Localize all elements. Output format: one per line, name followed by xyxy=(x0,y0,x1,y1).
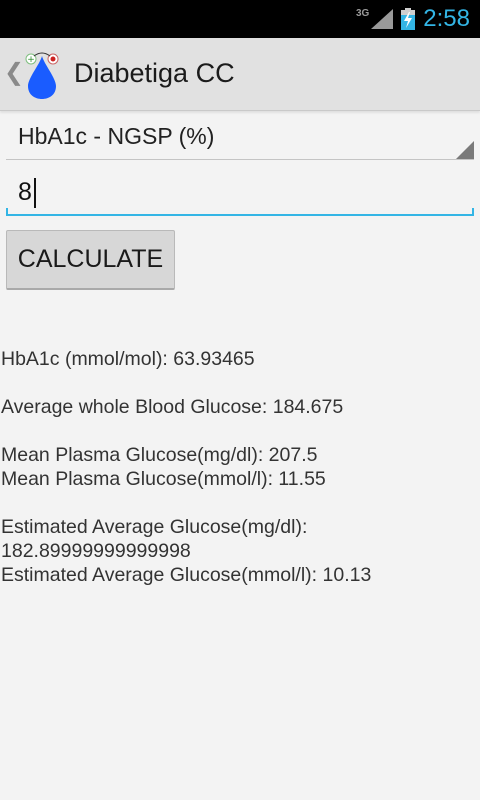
unit-dropdown[interactable]: HbA1c - NGSP (%) xyxy=(6,113,474,160)
unit-dropdown-selected: HbA1c - NGSP (%) xyxy=(18,123,215,149)
dropdown-arrow-icon xyxy=(456,141,474,159)
calculate-button[interactable]: CALCULATE xyxy=(6,230,175,290)
result-plasma-glucose-mgdl: Mean Plasma Glucose(mg/dl): 207.5 xyxy=(1,444,318,466)
app-title: Diabetiga CC xyxy=(74,58,235,88)
input-underline-tick xyxy=(472,208,474,216)
results-panel: HbA1c (mmol/mol): 63.93465 Average whole… xyxy=(1,347,479,587)
status-icons: 3G 2:58 xyxy=(356,0,470,38)
text-cursor xyxy=(34,178,36,208)
result-plasma-glucose-mmol: Mean Plasma Glucose(mmol/l): 11.55 xyxy=(1,468,326,490)
result-eag-mgdl-value: 182.89999999999998 xyxy=(1,540,191,562)
result-whole-blood-glucose: Average whole Blood Glucose: 184.675 xyxy=(1,396,344,418)
battery-charging-icon xyxy=(401,8,416,30)
status-bar: 3G 2:58 xyxy=(0,0,480,38)
value-input[interactable] xyxy=(6,170,474,214)
result-hba1c-mmol: HbA1c (mmol/mol): 63.93465 xyxy=(1,348,255,370)
network-type-label: 3G xyxy=(355,7,370,19)
signal-icon xyxy=(371,9,394,29)
result-eag-mmol: Estimated Average Glucose(mmol/l): 10.13 xyxy=(1,564,372,586)
app-logo-icon[interactable]: + xyxy=(22,48,66,100)
input-underline xyxy=(6,214,474,216)
input-underline-tick xyxy=(6,208,8,216)
result-eag-mgdl-label: Estimated Average Glucose(mg/dl): xyxy=(1,516,308,538)
svg-text:+: + xyxy=(27,55,35,65)
clock: 2:58 xyxy=(423,5,470,32)
value-input-field xyxy=(6,170,474,216)
action-bar: ❮ + Diabetiga CC xyxy=(0,38,480,111)
